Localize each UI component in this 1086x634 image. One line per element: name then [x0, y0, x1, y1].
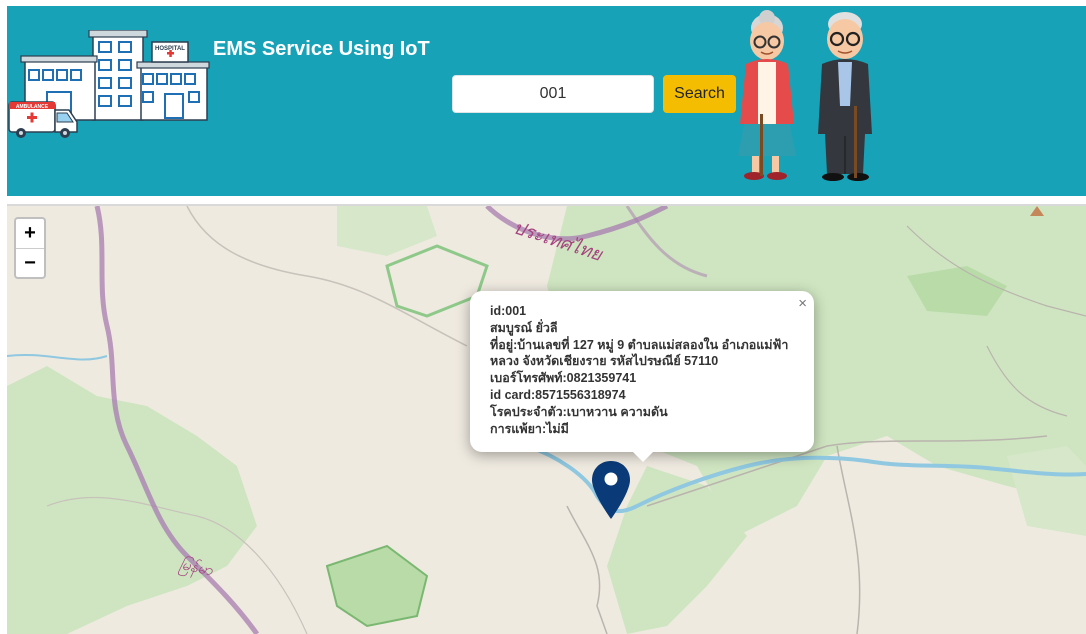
page-title: EMS Service Using IoT: [213, 38, 430, 60]
popup-name: สมบูรณ์ ยั่วลี: [490, 320, 558, 335]
popup-id: id:001: [490, 304, 527, 318]
popup-address: ที่อยู่:บ้านเลขที่ 127 หมู่ 9 ตำบลแม่สลอ…: [490, 337, 789, 369]
hospital-illustration: HOSPITAL AMBULANCE: [8, 30, 210, 138]
zoom-out-button[interactable]: −: [16, 249, 44, 278]
popup-tip: [632, 451, 654, 462]
search-input[interactable]: [452, 75, 654, 113]
ambulance-sign-text: AMBULANCE: [16, 104, 49, 110]
popup-allergy: การแพ้ยา:ไม่มี: [490, 421, 569, 436]
search-button[interactable]: Search: [663, 75, 736, 113]
info-popup: × id:001 สมบูรณ์ ยั่วลี ที่อยู่:บ้านเลขท…: [470, 291, 814, 452]
map-marker-icon[interactable]: [590, 459, 632, 521]
zoom-in-button[interactable]: +: [16, 219, 44, 249]
close-icon[interactable]: ×: [798, 295, 807, 312]
popup-disease: โรคประจำตัว:เบาหวาน ความดัน: [490, 404, 668, 419]
popup-phone: เบอร์โทรศัพท์:0821359741: [490, 371, 637, 386]
elderly-couple-illustration: [738, 10, 872, 181]
popup-id-card: id card:8571556318974: [490, 387, 626, 402]
header-divider: [7, 196, 1086, 206]
zoom-control: + −: [14, 217, 46, 279]
